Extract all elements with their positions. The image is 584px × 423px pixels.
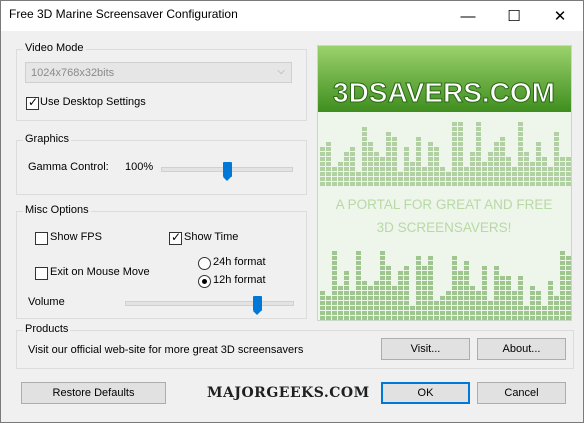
banner-tagline-2: 3D SCREENSAVERS! <box>377 220 512 235</box>
video-mode-group: Video Mode 1024x768x32bits ⌵ ✓ Use Deskt… <box>16 42 307 121</box>
exit-on-mouse-checkbox[interactable] <box>35 267 48 280</box>
misc-options-group: Misc Options Show FPS ✓ Show Time 24h fo… <box>16 204 307 319</box>
ok-button-label: OK <box>417 387 434 399</box>
gamma-slider-thumb[interactable] <box>223 162 232 181</box>
visit-button[interactable]: Visit... <box>381 338 470 360</box>
use-desktop-checkbox[interactable]: ✓ <box>26 95 39 110</box>
minimize-icon: — <box>460 7 476 25</box>
volume-slider[interactable] <box>125 301 294 306</box>
about-button-label: About... <box>502 343 541 355</box>
show-fps-checkbox[interactable] <box>35 232 48 245</box>
checkmark-icon: ✓ <box>171 230 182 244</box>
restore-defaults-button[interactable]: Restore Defaults <box>21 382 166 404</box>
format-24h-label[interactable]: 24h format <box>213 256 266 268</box>
minimize-button[interactable]: — <box>445 1 491 31</box>
maximize-icon: ☐ <box>507 8 521 25</box>
exit-on-mouse-label[interactable]: Exit on Mouse Move <box>50 266 150 278</box>
products-title: Products <box>23 323 71 335</box>
show-time-label[interactable]: Show Time <box>184 231 238 243</box>
visit-button-label: Visit... <box>410 343 441 355</box>
graphics-title: Graphics <box>23 133 72 145</box>
volume-label: Volume <box>28 296 65 308</box>
about-button[interactable]: About... <box>477 338 566 360</box>
video-mode-title: Video Mode <box>23 42 86 54</box>
banner-graphic: 3DSAVERS.COM A PORTAL FOR GREAT AND FREE… <box>318 46 571 320</box>
restore-defaults-label: Restore Defaults <box>52 387 135 399</box>
close-icon: ✕ <box>553 8 567 25</box>
banner-tagline-1: A PORTAL FOR GREAT AND FREE <box>336 197 553 212</box>
format-12h-radio[interactable] <box>198 275 211 288</box>
dialog-window: Free 3D Marine Screensaver Configuration… <box>0 0 584 423</box>
use-desktop-label[interactable]: Use Desktop Settings <box>40 96 146 108</box>
misc-options-title: Misc Options <box>23 204 91 216</box>
resolution-value: 1024x768x32bits <box>31 67 115 79</box>
format-24h-radio[interactable] <box>198 257 211 270</box>
products-description: Visit our official web-site for more gre… <box>28 344 304 356</box>
cancel-button-label: Cancel <box>504 387 539 399</box>
checkmark-icon: ✓ <box>28 95 39 109</box>
resolution-select[interactable]: 1024x768x32bits ⌵ <box>25 62 292 83</box>
cancel-button[interactable]: Cancel <box>477 382 566 404</box>
radio-selected-dot <box>202 279 207 284</box>
show-fps-label[interactable]: Show FPS <box>50 231 102 243</box>
graphics-group: Graphics Gamma Control: 100% <box>16 133 307 195</box>
format-12h-label[interactable]: 12h format <box>213 274 266 286</box>
maximize-button[interactable]: ☐ <box>491 1 537 31</box>
banner-logo: 3DSAVERS.COM <box>333 77 555 108</box>
show-time-checkbox[interactable]: ✓ <box>169 230 182 245</box>
window-title: Free 3D Marine Screensaver Configuration <box>9 7 238 21</box>
title-bar: Free 3D Marine Screensaver Configuration… <box>1 1 583 31</box>
gamma-label: Gamma Control: <box>28 161 109 173</box>
watermark-text: MAJORGEEKS.COM <box>207 385 370 401</box>
volume-slider-thumb[interactable] <box>252 296 262 315</box>
gamma-value: 100% <box>125 161 154 173</box>
chevron-down-icon: ⌵ <box>277 66 285 77</box>
close-button[interactable]: ✕ <box>537 1 583 31</box>
banner-image[interactable]: 3DSAVERS.COM A PORTAL FOR GREAT AND FREE… <box>317 45 572 321</box>
ok-button[interactable]: OK <box>381 382 470 404</box>
